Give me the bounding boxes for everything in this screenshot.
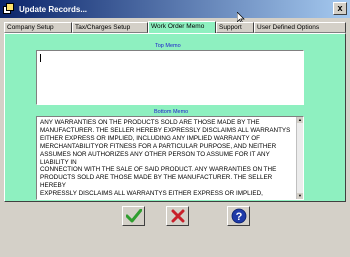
bottom-memo-field[interactable]: ANY WARRANTIES ON THE PRODUCTS SOLD ARE … xyxy=(36,116,304,200)
title-bar: Update Records... x xyxy=(0,0,350,18)
close-button[interactable]: x xyxy=(333,2,347,15)
tab-label: Tax/Charges Setup xyxy=(75,24,131,31)
checkmark-icon xyxy=(125,209,142,223)
top-memo-field[interactable] xyxy=(36,50,304,105)
tab-label: Company Setup xyxy=(7,24,54,31)
bottom-memo-text: ANY WARRANTIES ON THE PRODUCTS SOLD ARE … xyxy=(40,119,291,197)
scroll-down-icon[interactable]: ▼ xyxy=(297,193,303,199)
tab-tax-charges-setup[interactable]: Tax/Charges Setup xyxy=(72,22,148,33)
tab-label: User Defined Options xyxy=(257,24,320,31)
tab-user-defined-options[interactable]: User Defined Options xyxy=(254,22,346,33)
tab-support[interactable]: Support xyxy=(216,22,254,33)
tab-strip: Company Setup Tax/Charges Setup Work Ord… xyxy=(4,21,346,33)
window-title: Update Records... xyxy=(19,4,88,14)
svg-text:?: ? xyxy=(235,211,242,223)
app-icon xyxy=(3,3,15,15)
cancel-button[interactable] xyxy=(166,206,189,226)
help-button[interactable]: ? xyxy=(227,206,250,226)
tab-company-setup[interactable]: Company Setup xyxy=(4,22,72,33)
ok-button[interactable] xyxy=(122,206,145,226)
tab-label: Work Order Memo xyxy=(151,23,205,30)
help-icon: ? xyxy=(231,208,246,224)
x-cancel-icon xyxy=(171,209,184,223)
tab-work-order-memo[interactable]: Work Order Memo xyxy=(148,21,216,33)
scroll-up-icon[interactable]: ▲ xyxy=(297,117,303,123)
work-order-memo-panel: Top Memo Bottom Memo ANY WARRANTIES ON T… xyxy=(4,33,346,202)
vertical-scrollbar[interactable]: ▲ ▼ xyxy=(296,117,303,199)
tab-label: Support xyxy=(219,24,242,31)
bottom-memo-label: Bottom Memo xyxy=(154,109,189,115)
top-memo-text xyxy=(40,53,293,102)
top-memo-label: Top Memo xyxy=(155,43,181,49)
